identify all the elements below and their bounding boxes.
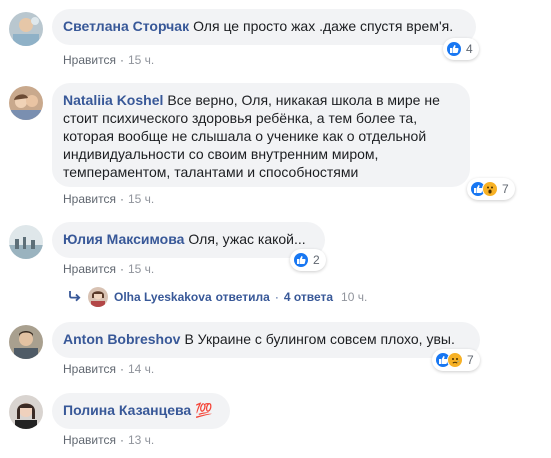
comment-actions: Нравится · 15 ч. <box>63 192 154 206</box>
comment-timestamp[interactable]: 15 ч. <box>128 53 154 67</box>
like-link[interactable]: Нравится <box>63 53 116 67</box>
comment-text: В Украине с булингом совсем плохо, увы. <box>184 331 455 347</box>
comment-author[interactable]: Полина Казанцева <box>63 402 191 418</box>
like-reaction-icon <box>293 252 309 268</box>
reaction-summary[interactable]: 2 <box>290 249 326 271</box>
comment-author[interactable]: Anton Bobreshov <box>63 331 180 347</box>
sad-reaction-icon <box>447 352 463 368</box>
separator-dot: · <box>119 433 124 447</box>
avatar[interactable] <box>9 225 43 259</box>
comment-timestamp[interactable]: 15 ч. <box>128 262 154 276</box>
comment-actions: Нравится · 15 ч. <box>63 53 154 67</box>
avatar[interactable] <box>9 12 43 46</box>
avatar <box>88 287 108 307</box>
comment-timestamp[interactable]: 14 ч. <box>128 362 154 376</box>
comment-emoji: 💯 <box>195 402 213 418</box>
wow-reaction-icon <box>482 181 498 197</box>
reaction-summary[interactable]: 7 <box>432 349 480 371</box>
like-link[interactable]: Нравится <box>63 433 116 447</box>
reply-verb: ответила <box>215 290 270 304</box>
comment-author[interactable]: Светлана Сторчак <box>63 18 189 34</box>
comment-bubble: Anton Bobreshov В Украине с булингом совс… <box>52 322 480 358</box>
like-link[interactable]: Нравится <box>63 362 116 376</box>
separator-dot: · <box>119 262 124 276</box>
reaction-summary[interactable]: 4 <box>443 38 479 60</box>
comment-actions: Нравится · 14 ч. <box>63 362 154 376</box>
comment-actions: Нравится · 15 ч. <box>63 262 154 276</box>
reply-timestamp: 10 ч. <box>341 290 368 304</box>
reply-author[interactable]: Olha Lyeskakova <box>114 290 212 304</box>
avatar[interactable] <box>9 325 43 359</box>
avatar[interactable] <box>9 86 43 120</box>
comment-text: Оля це просто жах .даже спустя врем'я. <box>193 18 454 34</box>
comment-text: Оля, ужас какой... <box>188 231 306 247</box>
comment-bubble: Полина Казанцева 💯 <box>52 393 230 429</box>
reaction-count: 2 <box>313 253 320 267</box>
comment-actions: Нравится · 13 ч. <box>63 433 154 447</box>
reaction-summary[interactable]: 7 <box>467 178 515 200</box>
reaction-count: 7 <box>502 182 509 196</box>
reply-arrow-icon <box>68 290 82 305</box>
comment-timestamp[interactable]: 15 ч. <box>128 192 154 206</box>
comment-author[interactable]: Nataliia Koshel <box>63 92 163 108</box>
comment-bubble: Юлия Максимова Оля, ужас какой... <box>52 222 325 258</box>
reaction-count: 7 <box>467 353 474 367</box>
separator-dot: · <box>119 192 124 206</box>
comment-bubble: Nataliia Koshel Все верно, Оля, никакая ш… <box>52 83 470 187</box>
avatar[interactable] <box>9 395 43 429</box>
separator-dot: · <box>274 290 279 304</box>
reply-count[interactable]: 4 ответа <box>284 290 333 304</box>
separator-dot: · <box>119 53 124 67</box>
view-replies-link[interactable]: Olha Lyeskakova ответила · 4 ответа 10 ч… <box>68 287 367 307</box>
comment-bubble: Светлана Сторчак Оля це просто жах .даже … <box>52 9 476 45</box>
like-reaction-icon <box>446 41 462 57</box>
reaction-count: 4 <box>466 42 473 56</box>
comment-author[interactable]: Юлия Максимова <box>63 231 184 247</box>
like-link[interactable]: Нравится <box>63 262 116 276</box>
separator-dot: · <box>119 362 124 376</box>
comment-timestamp[interactable]: 13 ч. <box>128 433 154 447</box>
like-link[interactable]: Нравится <box>63 192 116 206</box>
